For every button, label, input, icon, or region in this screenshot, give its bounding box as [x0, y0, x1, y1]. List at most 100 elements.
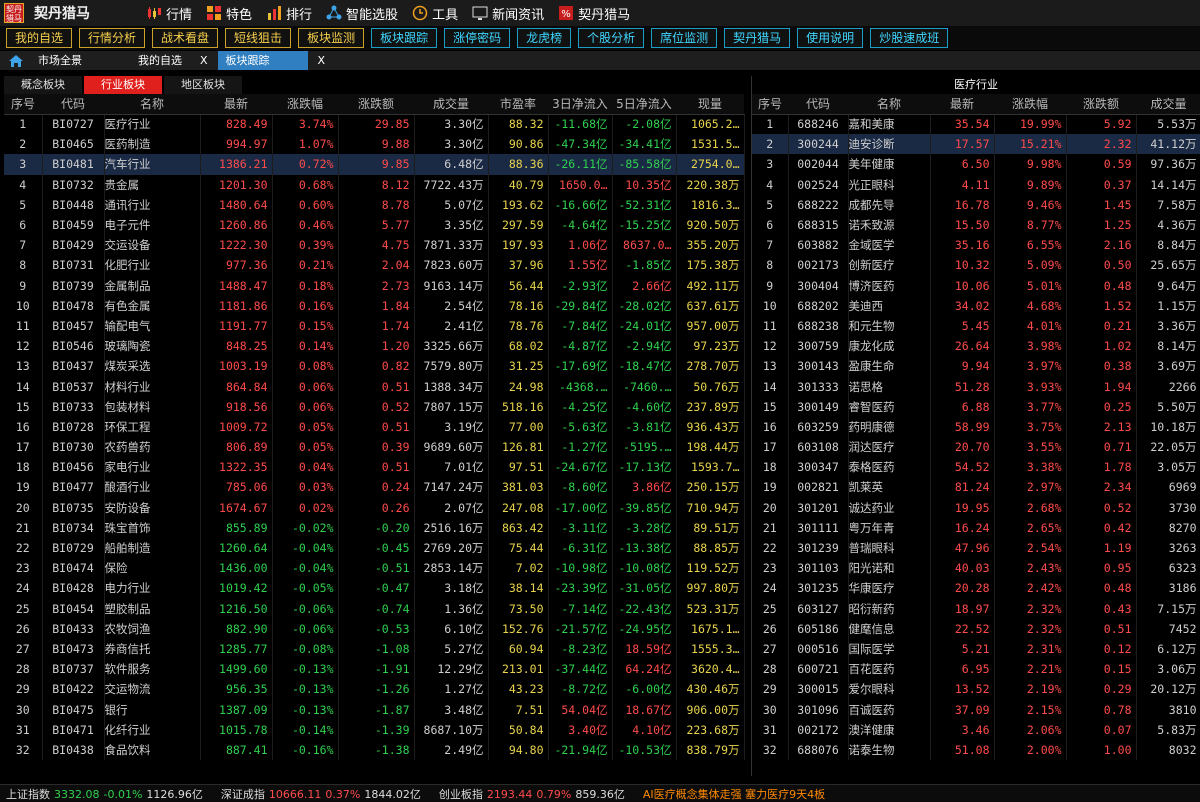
stock-row[interactable]: 10 688202 美迪西 34.02 4.68% 1.52 1.15万 [752, 295, 1200, 316]
sector-col-header[interactable]: 名称 [104, 94, 200, 115]
function-tab-9[interactable]: 席位监测 [651, 28, 718, 48]
sector-row[interactable]: 2 BI0465 医药制造 994.97 1.07% 9.88 3.30亿 90.86 -47.… [4, 134, 745, 155]
stock-col-header[interactable]: 涨跌额 [1066, 94, 1136, 115]
sector-row[interactable]: 14 BI0537 材料行业 864.84 0.06% 0.51 1388.34万 24.98… [4, 376, 745, 397]
sector-row[interactable]: 22 BI0729 船舶制造 1260.64 -0.04% -0.45 2769.20万 75… [4, 537, 745, 559]
stock-row[interactable]: 27 000516 国际医学 5.21 2.31% 0.12 6.12万 [752, 638, 1200, 660]
sector-row[interactable]: 16 BI0728 环保工程 1009.72 0.05% 0.51 3.19亿 77.00 -5… [4, 416, 745, 437]
stock-row[interactable]: 30 301096 百诚医药 37.09 2.15% 0.78 3810 [752, 699, 1200, 720]
stock-col-header[interactable]: 涨跌幅 [994, 94, 1066, 115]
menu-item-5[interactable]: 新闻资讯 [472, 4, 544, 23]
function-tab-8[interactable]: 个股分析 [578, 28, 645, 48]
stock-col-header[interactable]: 代码 [788, 94, 848, 115]
stock-row[interactable]: 22 301239 普瑞眼科 47.96 2.54% 1.19 3263 [752, 537, 1200, 559]
home-icon[interactable] [8, 54, 24, 68]
sector-col-header[interactable]: 代码 [42, 94, 104, 115]
function-tab-3[interactable]: 短线狙击 [225, 28, 292, 48]
stock-row[interactable]: 19 002821 凯莱英 81.24 2.97% 2.34 6969 [752, 477, 1200, 498]
menu-item-6[interactable]: % 契丹猎马 [558, 4, 630, 23]
sector-row[interactable]: 24 BI0428 电力行业 1019.42 -0.05% -0.47 3.18亿 38.14… [4, 578, 745, 599]
sector-row[interactable]: 21 BI0734 珠宝首饰 855.89 -0.02% -0.20 2516.16万 863… [4, 517, 745, 538]
stock-row[interactable]: 18 300347 泰格医药 54.52 3.38% 1.78 3.05万 [752, 457, 1200, 478]
sector-col-header[interactable]: 5日净流入 [612, 94, 676, 115]
stock-row[interactable]: 13 300143 盈康生命 9.94 3.97% 0.38 3.69万 [752, 356, 1200, 377]
sector-row[interactable]: 6 BI0459 电子元件 1260.86 0.46% 5.77 3.35亿 297.59 -4… [4, 214, 745, 236]
sector-row[interactable]: 9 BI0739 金属制品 1488.47 0.18% 2.73 9163.14万 56.44… [4, 275, 745, 296]
stock-row[interactable]: 23 301103 阳光诺和 40.03 2.43% 0.95 6323 [752, 558, 1200, 579]
sector-row[interactable]: 10 BI0478 有色金属 1181.86 0.16% 1.84 2.54亿 78.16 -2… [4, 295, 745, 316]
stock-col-header[interactable]: 成交量 [1136, 94, 1200, 115]
sector-row[interactable]: 1 BI0727 医疗行业 828.49 3.74% 29.85 3.30亿 88.32 -11… [4, 114, 745, 135]
sector-row[interactable]: 23 BI0474 保险 1436.00 -0.04% -0.51 2853.14万 7.02… [4, 558, 745, 579]
sector-tab-1[interactable]: 行业板块 [84, 76, 162, 94]
sector-row[interactable]: 32 BI0438 食品饮料 887.41 -0.16% -1.38 2.49亿 94.80-… [4, 739, 745, 760]
index-cy[interactable]: 创业板指 2193.44 0.79% 859.36亿 [439, 786, 625, 802]
sector-row[interactable]: 4 BI0732 贵金属 1201.30 0.68% 8.12 7722.43万 40.79 1… [4, 174, 745, 195]
stock-row[interactable]: 7 603882 金域医学 35.16 6.55% 2.16 8.84万 [752, 235, 1200, 256]
stock-row[interactable]: 17 603108 润达医疗 20.70 3.55% 0.71 22.05万 [752, 437, 1200, 458]
stock-row[interactable]: 4 002524 光正眼科 4.11 9.89% 0.37 14.14万 [752, 174, 1200, 195]
stock-row[interactable]: 9 300404 博济医药 10.06 5.01% 0.48 9.64万 [752, 275, 1200, 296]
sector-row[interactable]: 5 BI0448 通讯行业 1480.64 0.60% 8.78 5.07亿 193.62 -1… [4, 194, 745, 215]
sector-tab-2[interactable]: 地区板块 [164, 76, 242, 94]
stock-row[interactable]: 21 301111 粤万年青 16.24 2.65% 0.42 8270 [752, 517, 1200, 538]
stock-col-header[interactable]: 序号 [752, 94, 788, 115]
stock-row[interactable]: 20 301201 诚达药业 19.95 2.68% 0.52 3730 [752, 497, 1200, 518]
function-tab-5[interactable]: 板块跟踪 [371, 28, 438, 48]
sector-row[interactable]: 25 BI0454 塑胶制品 1216.50 -0.06% -0.74 1.36亿 73.50… [4, 598, 745, 619]
menu-item-0[interactable]: 行情 [146, 4, 192, 23]
stock-row[interactable]: 8 002173 创新医疗 10.32 5.09% 0.50 25.65万 [752, 255, 1200, 276]
stock-row[interactable]: 29 300015 爱尔眼科 13.52 2.19% 0.29 20.12万 [752, 679, 1200, 700]
sector-col-header[interactable]: 涨跌额 [338, 94, 414, 115]
stock-row[interactable]: 32 688076 诺泰生物 51.08 2.00% 1.00 8032 [752, 739, 1200, 760]
sector-tab-0[interactable]: 概念板块 [4, 76, 82, 94]
sector-row[interactable]: 28 BI0737 软件服务 1499.60 -0.13% -1.91 12.29亿 213.… [4, 659, 745, 680]
sector-row[interactable]: 30 BI0475 银行 1387.09 -0.13% -1.87 3.48亿 7.51 54.… [4, 699, 745, 720]
news-ticker[interactable]: AI医疗概念集体走强 塞力医疗9天4板 [643, 786, 825, 802]
function-tab-2[interactable]: 战术看盘 [152, 28, 219, 48]
sector-col-header[interactable]: 最新 [200, 94, 272, 115]
close-tab-sector-tracking[interactable]: X [318, 54, 326, 67]
nav-tab-sector-tracking[interactable]: 板块跟踪 [217, 51, 308, 70]
sector-col-header[interactable]: 成交量 [414, 94, 488, 115]
sector-col-header[interactable]: 市盈率 [488, 94, 548, 115]
stock-row[interactable]: 24 301235 华康医疗 20.28 2.42% 0.48 3186 [752, 578, 1200, 599]
sector-row[interactable]: 20 BI0735 安防设备 1674.67 0.02% 0.26 2.07亿 247.08-… [4, 497, 745, 518]
stock-row[interactable]: 3 002044 美年健康 6.50 9.98% 0.59 97.36万 [752, 154, 1200, 175]
stock-row[interactable]: 6 688315 诺禾致源 15.50 8.77% 1.25 4.36万 [752, 214, 1200, 236]
stock-row[interactable]: 11 688238 和元生物 5.45 4.01% 0.21 3.36万 [752, 315, 1200, 337]
index-sh[interactable]: 上证指数 3332.08 -0.01% 1126.96亿 [6, 786, 203, 802]
menu-item-4[interactable]: 工具 [412, 4, 458, 23]
stock-row[interactable]: 28 600721 百花医药 6.95 2.21% 0.15 3.06万 [752, 659, 1200, 680]
function-tab-1[interactable]: 行情分析 [79, 28, 146, 48]
stock-row[interactable]: 12 300759 康龙化成 26.64 3.98% 1.02 8.14万 [752, 336, 1200, 357]
sector-row[interactable]: 8 BI0731 化肥行业 977.36 0.21% 2.04 7823.60万 37.96 1… [4, 255, 745, 276]
stock-row[interactable]: 31 002172 澳洋健康 3.46 2.06% 0.07 5.83万 [752, 719, 1200, 740]
sector-row[interactable]: 15 BI0733 包装材料 918.56 0.06% 0.52 7807.15万 518.1… [4, 396, 745, 417]
function-tab-7[interactable]: 龙虎榜 [517, 28, 572, 48]
nav-market-overview[interactable]: 市场全景 [30, 51, 90, 70]
sector-row[interactable]: 26 BI0433 农牧饲渔 882.90 -0.06% -0.53 6.10亿 152.76… [4, 618, 745, 639]
nav-tab-watchlist[interactable]: 我的自选 [130, 51, 190, 70]
menu-item-1[interactable]: 特色 [206, 4, 252, 23]
function-tab-12[interactable]: 炒股速成班 [870, 28, 949, 48]
stock-row[interactable]: 14 301333 诺思格 51.28 3.93% 1.94 2266 [752, 376, 1200, 397]
sector-row[interactable]: 12 BI0546 玻璃陶瓷 848.25 0.14% 1.20 3325.66万 68.02… [4, 336, 745, 357]
sector-row[interactable]: 7 BI0429 交运设备 1222.30 0.39% 4.75 7871.33万 197.9… [4, 235, 745, 256]
sector-row[interactable]: 17 BI0730 农药兽药 806.89 0.05% 0.39 9689.60万 126.8… [4, 437, 745, 458]
sector-row[interactable]: 19 BI0477 酿酒行业 785.06 0.03% 0.24 7147.24万 381.0… [4, 477, 745, 498]
stock-col-header[interactable]: 最新 [930, 94, 994, 115]
function-tab-11[interactable]: 使用说明 [797, 28, 864, 48]
stock-col-header[interactable]: 名称 [848, 94, 930, 115]
sector-col-header[interactable]: 现量 [676, 94, 744, 115]
sector-row[interactable]: 11 BI0457 输配电气 1191.77 0.15% 1.74 2.41亿 78.76 -7… [4, 315, 745, 337]
close-tab-watchlist[interactable]: X [200, 54, 208, 67]
sector-row[interactable]: 29 BI0422 交运物流 956.35 -0.13% -1.26 1.27亿 43.23-… [4, 679, 745, 700]
stock-row[interactable]: 1 688246 嘉和美康 35.54 19.99% 5.92 5.53万 [752, 114, 1200, 135]
function-tab-4[interactable]: 板块监测 [298, 28, 365, 48]
sector-row[interactable]: 31 BI0471 化纤行业 1015.78 -0.14% -1.39 8687.10万 50… [4, 719, 745, 740]
menu-item-3[interactable]: 智能选股 [326, 4, 398, 23]
stock-row[interactable]: 25 603127 昭衍新药 18.97 2.32% 0.43 7.15万 [752, 598, 1200, 619]
stock-row[interactable]: 2 300244 迪安诊断 17.57 15.21% 2.32 41.12万 [752, 134, 1200, 155]
sector-col-header[interactable]: 序号 [4, 94, 42, 115]
